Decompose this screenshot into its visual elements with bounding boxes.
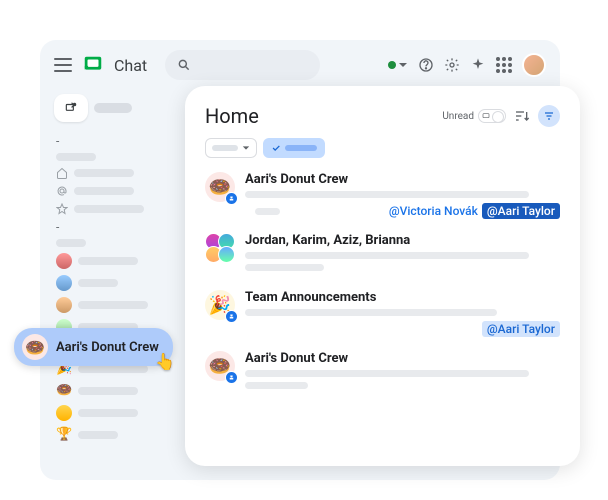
search-input[interactable] <box>165 50 320 80</box>
menu-icon[interactable] <box>54 58 72 72</box>
gear-icon[interactable] <box>444 57 460 73</box>
app-name: Chat <box>114 56 147 75</box>
panel-title: Home <box>205 104 259 128</box>
sidebar: - - 🎉 🍩 🏆 <box>50 94 180 446</box>
message-preview-line <box>245 264 324 271</box>
message-preview-line <box>245 252 529 259</box>
sidebar-item-mentions[interactable] <box>50 182 180 200</box>
mention-pill[interactable]: @Aari Taylor <box>482 203 560 219</box>
filter-button[interactable] <box>538 105 560 127</box>
cursor-icon: 👆 <box>155 352 175 371</box>
conversation-title: Aari's Donut Crew <box>245 351 560 366</box>
nav-section-divider: - <box>50 132 180 150</box>
sidebar-item[interactable] <box>50 236 180 250</box>
group-avatar-icon <box>205 233 235 263</box>
conversation-title: Jordan, Karim, Aziz, Brianna <box>245 233 560 248</box>
sidebar-item[interactable] <box>50 150 180 164</box>
unread-toggle[interactable]: Unread <box>442 109 506 123</box>
trophy-emoji-icon: 🏆 <box>56 427 72 443</box>
apps-grid-icon[interactable] <box>496 57 512 73</box>
help-icon[interactable] <box>418 57 434 73</box>
filter-chip-active[interactable] <box>263 138 325 158</box>
chevron-down-icon <box>398 60 408 70</box>
chevron-down-icon <box>242 144 250 152</box>
active-status-icon <box>388 61 396 69</box>
home-panel: Home Unread 🍩 <box>185 86 580 466</box>
search-icon <box>177 58 191 72</box>
header-actions <box>388 53 546 77</box>
dm-item[interactable] <box>50 272 180 294</box>
profile-avatar[interactable] <box>522 53 546 77</box>
conversation-title: Aari's Donut Crew <box>245 172 560 187</box>
space-item-hovered[interactable]: 🍩 <box>50 380 180 402</box>
space-badge-icon <box>225 371 238 384</box>
filter-icon <box>543 110 555 122</box>
donut-emoji-icon: 🍩 <box>22 334 48 360</box>
filter-chip-dropdown[interactable] <box>205 138 257 158</box>
conversation-item[interactable]: 🍩 Aari's Donut Crew @Victoria Novák @Aar… <box>205 172 560 219</box>
home-icon <box>56 167 68 179</box>
tooltip-text: Aari's Donut Crew <box>56 340 159 355</box>
unread-label: Unread <box>442 111 474 122</box>
message-preview-line <box>245 370 529 377</box>
message-preview-line <box>245 309 497 316</box>
space-item[interactable] <box>50 402 180 424</box>
sort-icon[interactable] <box>514 108 530 124</box>
compose-icon <box>64 101 78 115</box>
donut-emoji-icon: 🍩 <box>56 383 72 399</box>
message-preview-line <box>255 208 280 215</box>
conversation-item[interactable]: 🍩 Aari's Donut Crew <box>205 351 560 394</box>
reply-indent: @Victoria Novák @Aari Taylor <box>286 203 560 219</box>
space-item[interactable]: 🏆 <box>50 424 180 446</box>
compose-label-placeholder <box>94 103 132 113</box>
nav-section-divider: - <box>50 218 180 236</box>
dm-item[interactable] <box>50 294 180 316</box>
conversation-title: Team Announcements <box>245 290 560 305</box>
message-icon <box>482 112 490 120</box>
sparkle-icon[interactable] <box>470 57 486 73</box>
filter-chips <box>205 138 560 158</box>
message-preview-line <box>245 382 308 389</box>
message-preview-line <box>245 191 529 198</box>
status-indicator[interactable] <box>388 60 408 70</box>
chat-logo-icon <box>82 54 104 76</box>
mention-link[interactable]: @Victoria Novák <box>389 204 478 218</box>
mention-pill[interactable]: @Aari Taylor <box>482 321 560 337</box>
sidebar-item-home[interactable] <box>50 164 180 182</box>
space-badge-icon <box>225 310 238 323</box>
check-icon <box>271 143 281 153</box>
star-icon <box>56 203 68 215</box>
sidebar-tooltip: 🍩 Aari's Donut Crew <box>14 328 173 366</box>
dm-item[interactable] <box>50 250 180 272</box>
top-header: Chat <box>40 40 560 90</box>
sidebar-item-starred[interactable] <box>50 200 180 218</box>
conversation-item[interactable]: 🎉 Team Announcements @Aari Taylor <box>205 290 560 337</box>
toggle-switch <box>478 109 506 123</box>
conversation-item[interactable]: Jordan, Karim, Aziz, Brianna <box>205 233 560 276</box>
at-icon <box>56 185 68 197</box>
compose-button[interactable] <box>54 94 88 122</box>
space-badge-icon <box>225 192 238 205</box>
